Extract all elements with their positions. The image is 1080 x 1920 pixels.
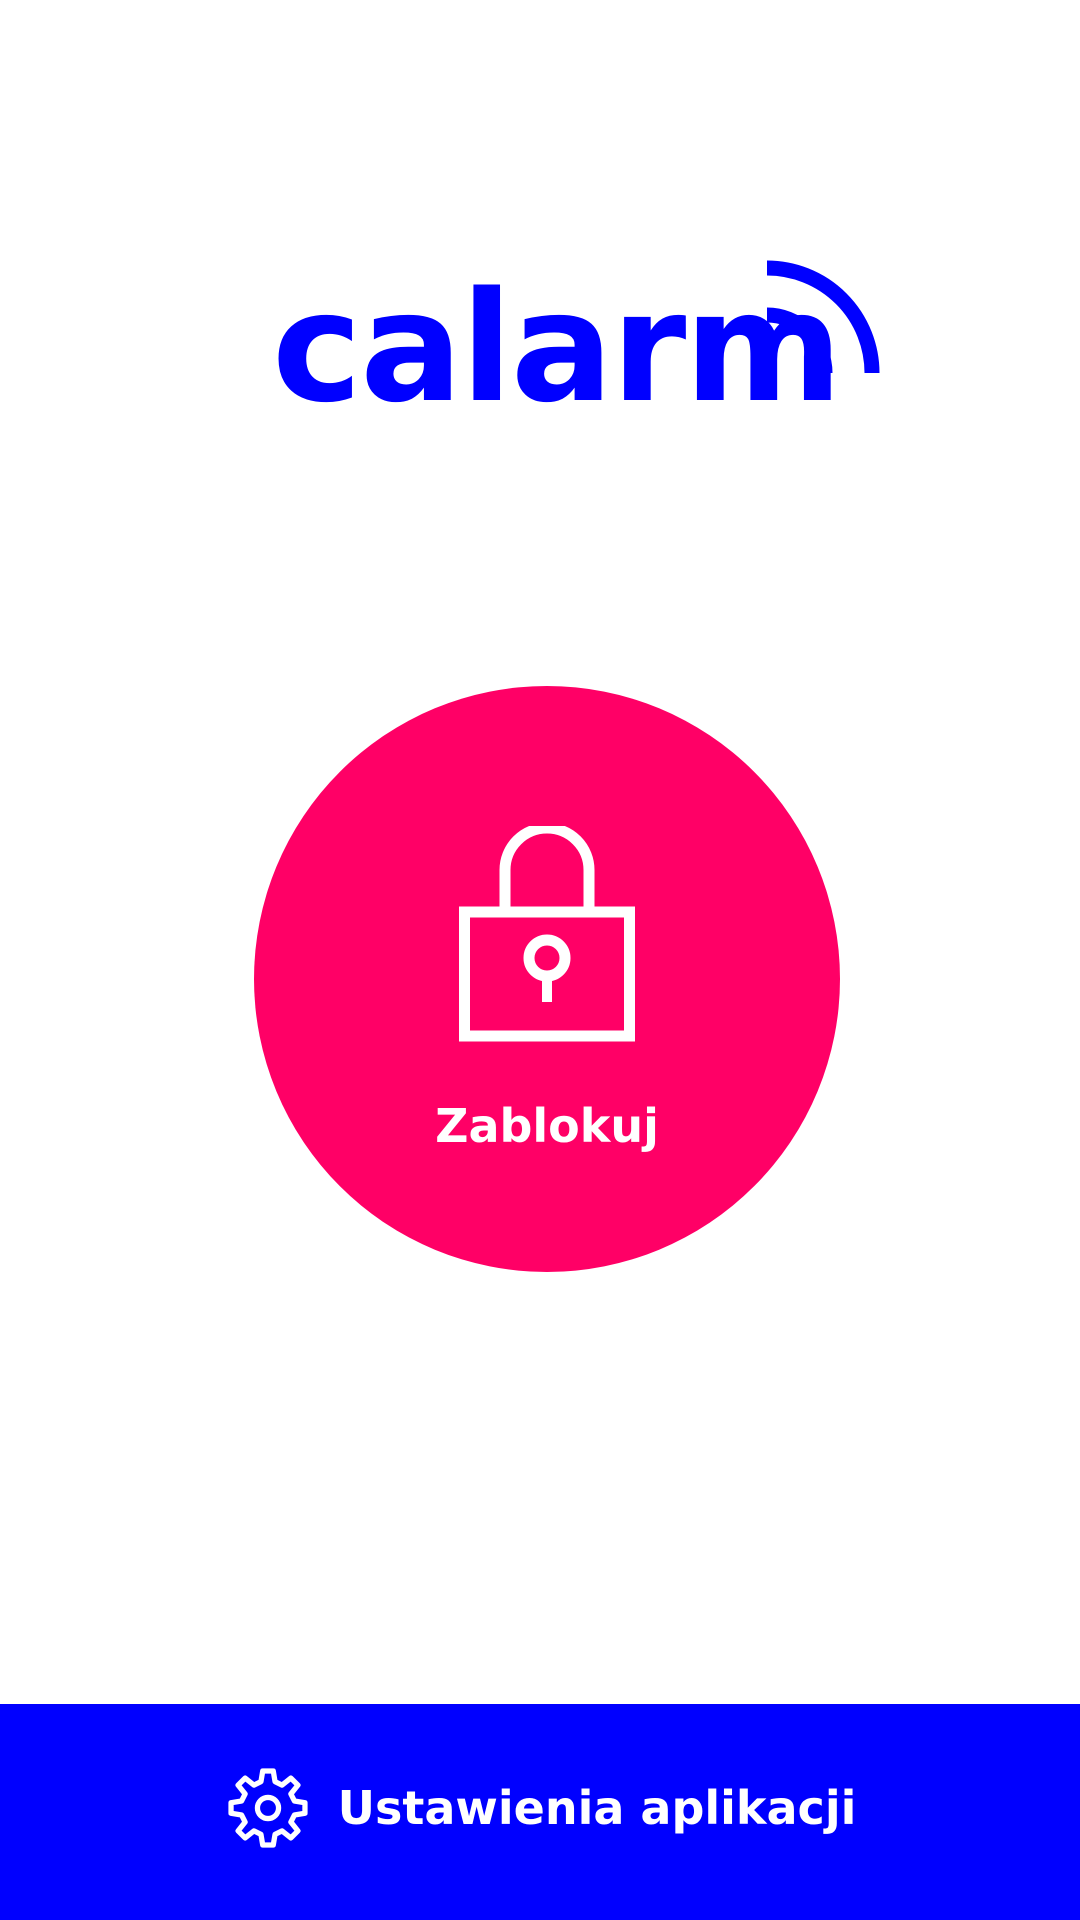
logo-text: calarm (272, 259, 843, 436)
app-screen: calarm Zablokuj Ustawienia aplikacji (0, 0, 1080, 1920)
calarm-logo: calarm (272, 258, 892, 438)
lock-button-label: Zablokuj (435, 1099, 659, 1153)
padlock-icon (459, 826, 635, 1042)
app-settings-button[interactable]: Ustawienia aplikacji (0, 1704, 1080, 1920)
app-settings-label: Ustawienia aplikacji (337, 1781, 857, 1835)
lock-button[interactable]: Zablokuj (254, 686, 840, 1272)
app-settings-content: Ustawienia aplikacji (0, 1704, 1080, 1920)
gear-icon (228, 1768, 308, 1848)
signal-waves-icon (767, 260, 880, 374)
